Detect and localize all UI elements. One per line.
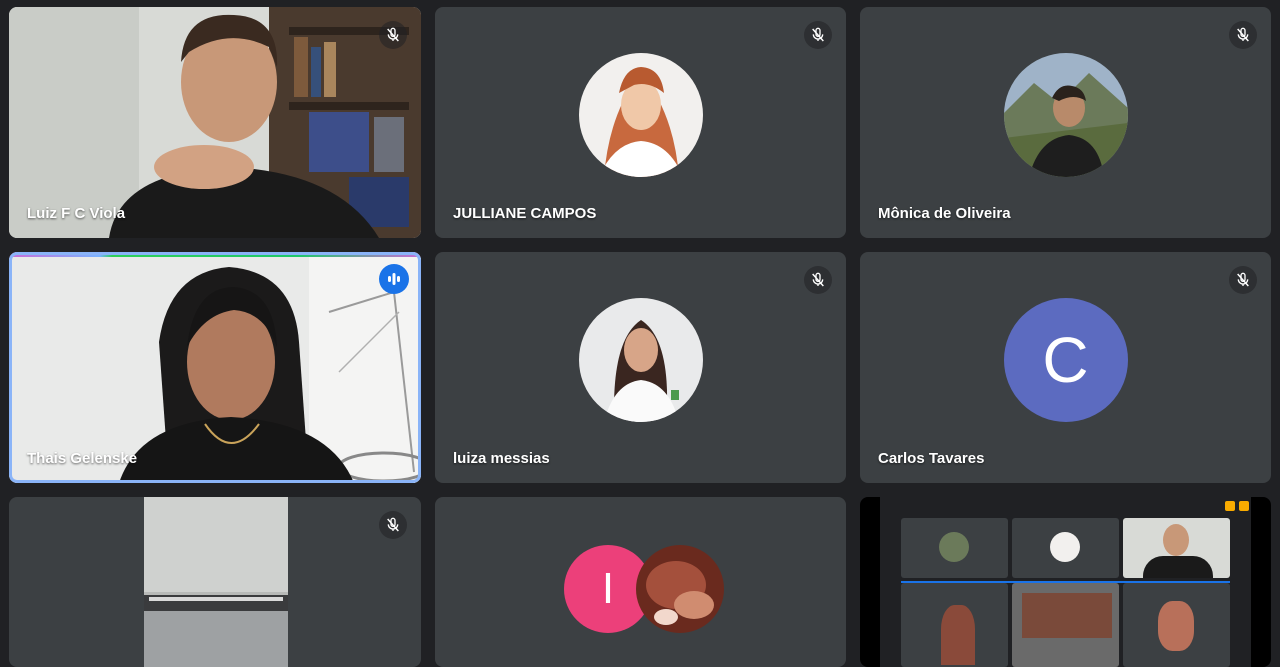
mini-tile — [1012, 518, 1119, 578]
participant-name: luiza messias — [453, 450, 550, 467]
participant-tile-camera[interactable] — [9, 497, 421, 667]
participant-tile-group[interactable]: I — [435, 497, 846, 667]
mini-tile — [1012, 583, 1119, 667]
participant-tile-luiz[interactable]: Luiz F C Viola — [9, 7, 421, 238]
profile-photo — [578, 52, 703, 177]
speaking-indicator — [379, 264, 409, 294]
shared-screen — [880, 497, 1251, 667]
mic-off-indicator — [379, 511, 407, 539]
mic-off-indicator — [804, 266, 832, 294]
mic-off-indicator — [1229, 21, 1257, 49]
mic-off-icon — [1237, 27, 1249, 42]
avatar-initial: I — [601, 564, 615, 613]
mini-tile — [1123, 518, 1230, 578]
camera-feed — [9, 7, 421, 238]
badge — [1239, 501, 1249, 511]
camera-feed — [9, 252, 421, 483]
screen-share-tile[interactable] — [860, 497, 1271, 667]
participant-name: Luiz F C Viola — [27, 205, 126, 222]
mic-off-icon — [812, 272, 824, 287]
mic-off-indicator — [804, 21, 832, 49]
participant-name: Mônica de Oliveira — [878, 205, 1011, 222]
participant-tile-carlos[interactable]: C Carlos Tavares — [860, 252, 1271, 483]
mic-off-indicator — [379, 21, 407, 49]
participant-name: Thais Gelenske — [27, 450, 138, 467]
mic-off-indicator — [1229, 266, 1257, 294]
profile-photo — [578, 297, 703, 422]
mic-off-icon — [812, 27, 824, 42]
letter-avatar: C — [1003, 297, 1128, 422]
participant-name: JULLIANE CAMPOS — [453, 205, 597, 222]
badge — [1225, 501, 1235, 511]
mic-off-icon — [387, 27, 399, 42]
participant-tile-thais[interactable]: Thais Gelenske — [9, 252, 421, 483]
active-row-indicator — [901, 581, 1230, 583]
profile-photo — [636, 545, 724, 633]
mic-off-icon — [1237, 272, 1249, 287]
mini-tile — [901, 583, 1008, 667]
participant-tile-monica[interactable]: Mônica de Oliveira — [860, 7, 1271, 238]
mini-tile — [1123, 583, 1230, 667]
mic-off-icon — [387, 517, 399, 532]
participant-tile-luiza[interactable]: luiza messias — [435, 252, 846, 483]
camera-feed — [144, 497, 288, 667]
participant-name: Carlos Tavares — [878, 450, 985, 467]
audio-level-bar — [9, 252, 421, 257]
audio-level-icon — [388, 273, 400, 285]
mini-tile — [901, 518, 1008, 578]
participant-tile-julliane[interactable]: JULLIANE CAMPOS — [435, 7, 846, 238]
profile-photo — [1003, 52, 1128, 177]
